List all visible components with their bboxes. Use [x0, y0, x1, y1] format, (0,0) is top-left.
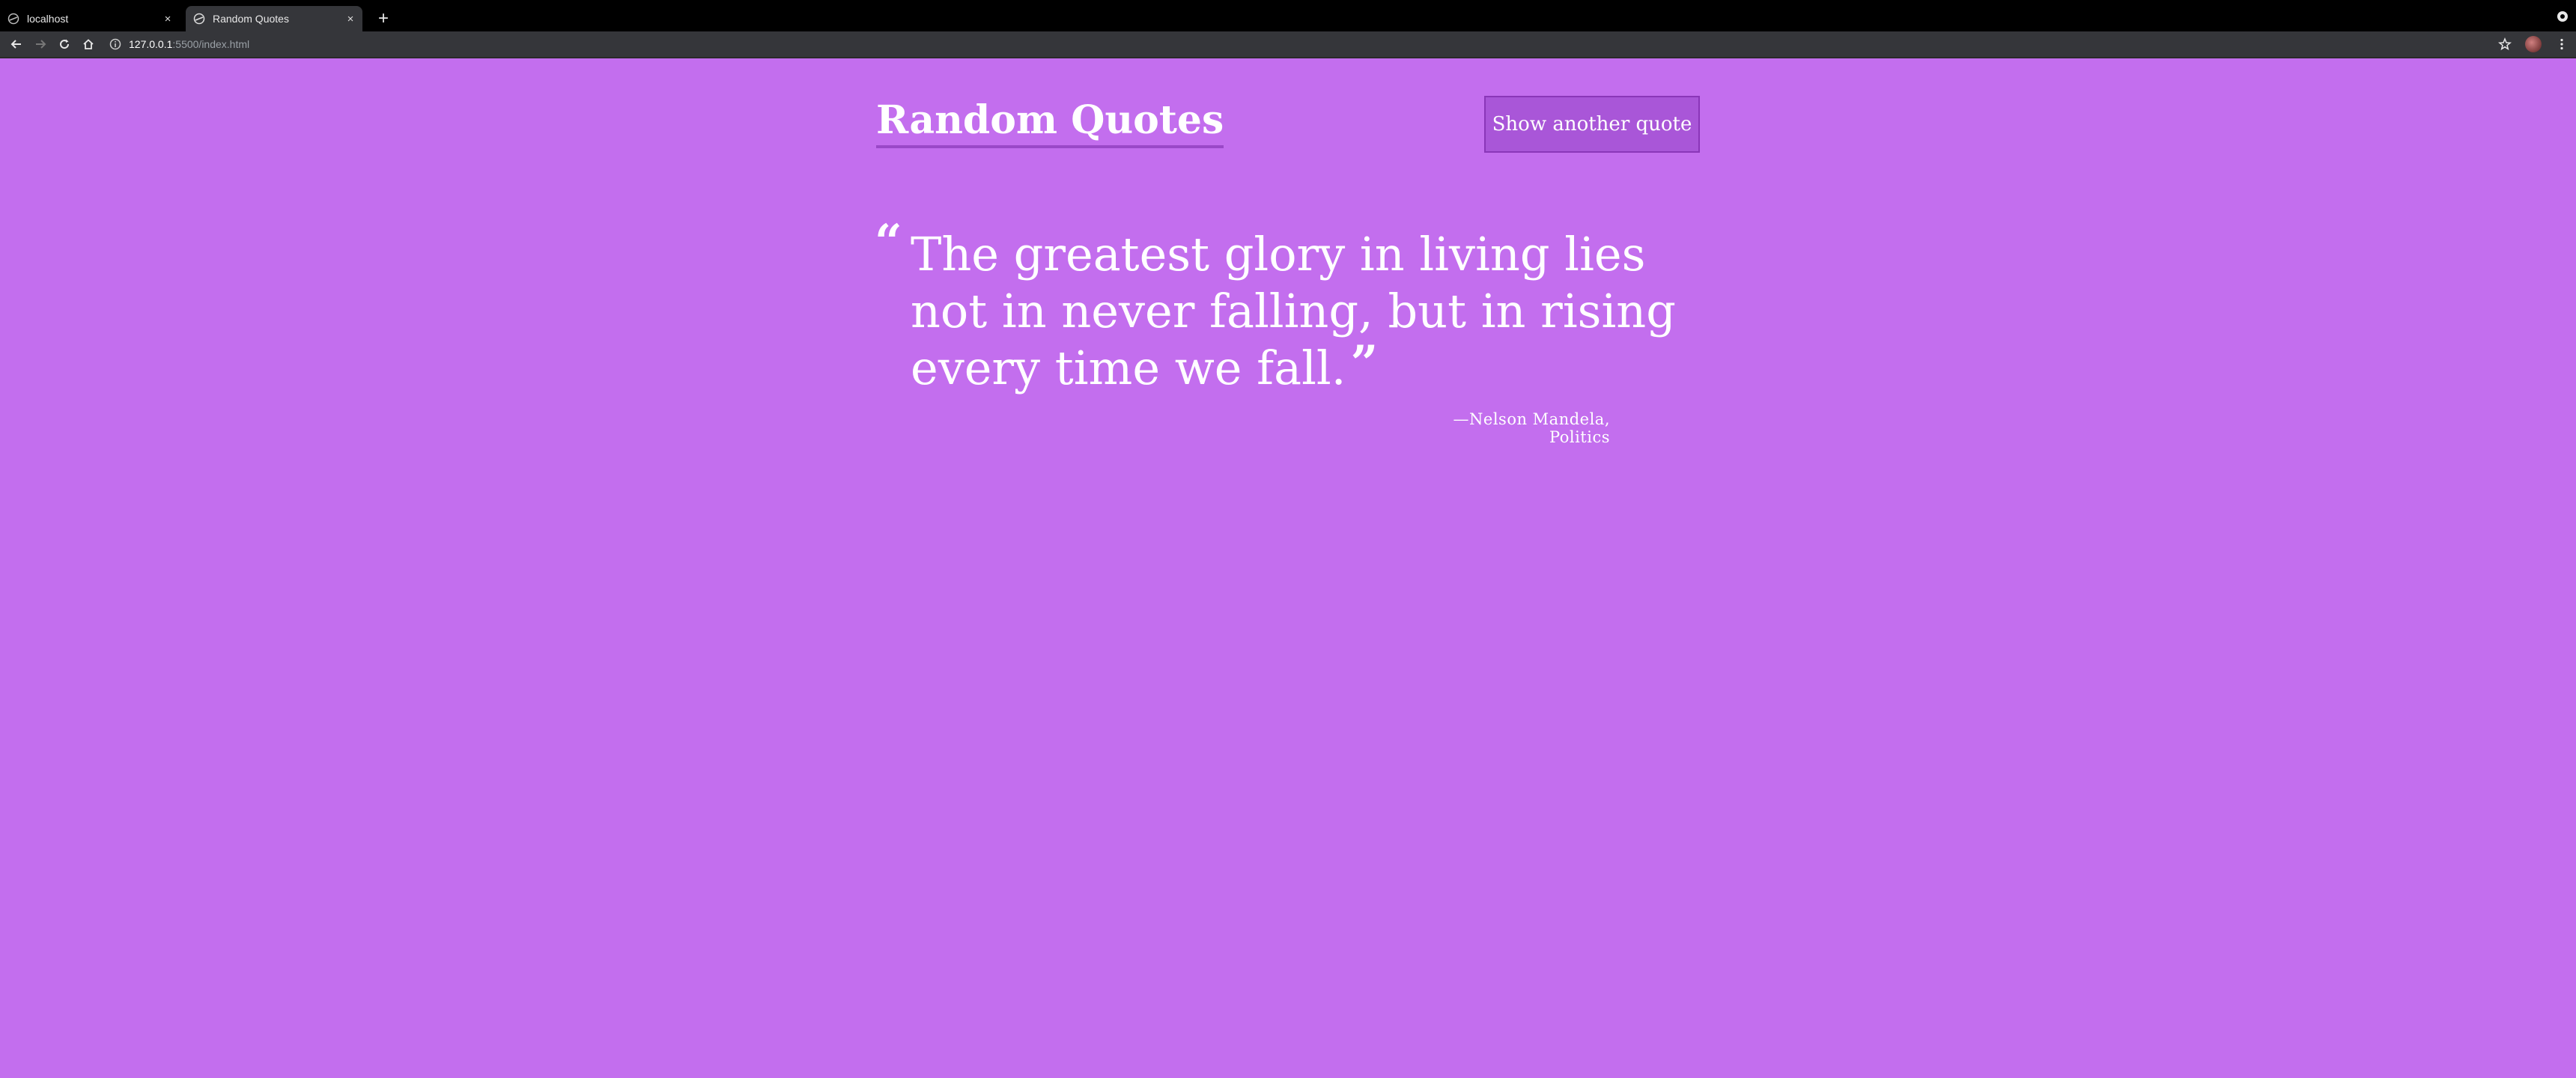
- address-bar[interactable]: 127.0.0.1:5500/index.html: [106, 34, 2516, 54]
- url-path: :5500/index.html: [172, 38, 250, 50]
- tab-localhost[interactable]: localhost ×: [7, 6, 180, 31]
- profile-indicator-icon[interactable]: [2557, 10, 2569, 22]
- browser-toolbar: 127.0.0.1:5500/index.html: [0, 31, 2576, 57]
- browser-tab-strip: localhost × Random Quotes × +: [0, 0, 2576, 31]
- quote-block: The greatest glory in living lies not in…: [911, 226, 1704, 397]
- reload-icon: [60, 39, 70, 49]
- close-icon[interactable]: ×: [343, 13, 358, 25]
- home-icon: [83, 39, 94, 49]
- quote-author: —Nelson Mandela, Politics: [1453, 410, 1610, 446]
- tab-random-quotes[interactable]: Random Quotes ×: [186, 6, 362, 31]
- plus-icon[interactable]: +: [373, 6, 394, 31]
- globe-icon: [7, 13, 19, 25]
- tab-label: Random Quotes: [213, 13, 289, 25]
- home-button[interactable]: [76, 32, 100, 56]
- menu-icon[interactable]: [2555, 37, 2569, 51]
- back-icon: [10, 40, 21, 49]
- globe-icon: [193, 13, 205, 25]
- star-icon[interactable]: [2498, 37, 2512, 51]
- info-icon[interactable]: [109, 38, 121, 50]
- tab-label: localhost: [27, 13, 69, 25]
- show-another-quote-button[interactable]: Show another quote: [1484, 96, 1700, 153]
- reload-button[interactable]: [52, 32, 76, 56]
- close-quote-mark: ”: [1350, 335, 1379, 392]
- quote-text: The greatest glory in living lies not in…: [911, 227, 1676, 395]
- page-content: Random Quotes Show another quote “ The g…: [0, 58, 2576, 1078]
- close-icon[interactable]: ×: [160, 13, 175, 25]
- url-host: 127.0.0.1: [129, 38, 173, 50]
- forward-button[interactable]: [28, 32, 52, 56]
- open-quote-mark: “: [875, 214, 902, 270]
- avatar-icon[interactable]: [2525, 36, 2542, 52]
- back-button[interactable]: [4, 32, 28, 56]
- page-title: Random Quotes: [876, 97, 1224, 149]
- forward-icon: [36, 40, 46, 49]
